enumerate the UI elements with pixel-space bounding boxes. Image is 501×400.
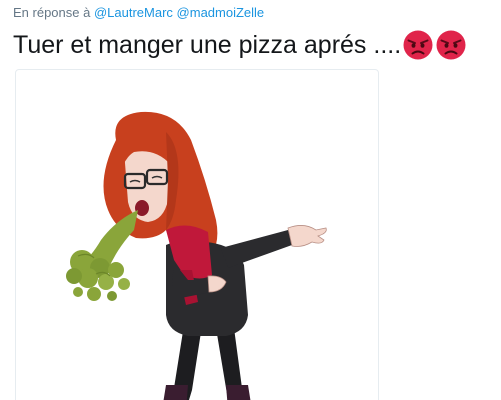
mention-link-lautremarc[interactable]: @LautreMarc bbox=[94, 5, 173, 20]
reply-context: En réponse à @LautreMarc @madmoiZelle bbox=[13, 5, 264, 20]
bitmoji-avatar-vomiting-icon bbox=[66, 111, 327, 400]
tweet-media-image[interactable] bbox=[15, 69, 379, 400]
mention-link-madmoizelle[interactable]: @madmoiZelle bbox=[177, 5, 265, 20]
reply-prefix: En réponse à bbox=[13, 5, 91, 20]
pouting-face-emoji bbox=[435, 29, 467, 61]
tweet-text: Tuer et manger une pizza aprés .... bbox=[13, 28, 467, 62]
pouting-face-emoji bbox=[402, 29, 434, 61]
tweet-text-content: Tuer et manger une pizza aprés .... bbox=[13, 31, 402, 59]
tweet-container: En réponse à @LautreMarc @madmoiZelle Tu… bbox=[0, 0, 501, 400]
